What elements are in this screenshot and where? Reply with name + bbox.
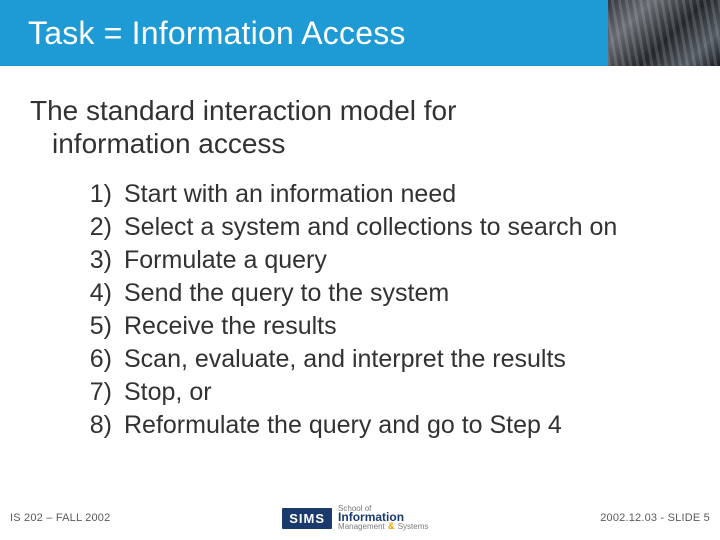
step-text: Stop, or xyxy=(124,376,698,409)
step-number: 5) xyxy=(84,310,124,343)
footer-logo: SIMS School of Information Management & … xyxy=(282,506,428,531)
list-item: 4) Send the query to the system xyxy=(84,277,698,310)
steps-list: 1) Start with an information need 2) Sel… xyxy=(30,178,698,442)
list-item: 2) Select a system and collections to se… xyxy=(84,211,698,244)
step-number: 2) xyxy=(84,211,124,244)
sims-text: School of Information Management & Syste… xyxy=(338,506,428,531)
step-number: 8) xyxy=(84,409,124,442)
footer: IS 202 – FALL 2002 SIMS School of Inform… xyxy=(0,504,720,532)
step-number: 3) xyxy=(84,244,124,277)
slide: Task = Information Access The standard i… xyxy=(0,0,720,540)
step-text: Receive the results xyxy=(124,310,698,343)
step-text: Send the query to the system xyxy=(124,277,698,310)
step-text: Reformulate the query and go to Step 4 xyxy=(124,409,698,442)
step-text: Formulate a query xyxy=(124,244,698,277)
list-item: 8) Reformulate the query and go to Step … xyxy=(84,409,698,442)
slide-body: The standard interaction model for infor… xyxy=(0,66,720,442)
list-item: 3) Formulate a query xyxy=(84,244,698,277)
step-text: Select a system and collections to searc… xyxy=(124,211,698,244)
step-text: Start with an information need xyxy=(124,178,698,211)
list-item: 6) Scan, evaluate, and interpret the res… xyxy=(84,343,698,376)
lead-text: The standard interaction model for infor… xyxy=(30,94,698,160)
step-number: 7) xyxy=(84,376,124,409)
sims-bot: Management & Systems xyxy=(338,523,428,531)
sims-bot-post: Systems xyxy=(395,522,428,531)
step-text: Scan, evaluate, and interpret the result… xyxy=(124,343,698,376)
list-item: 1) Start with an information need xyxy=(84,178,698,211)
step-number: 4) xyxy=(84,277,124,310)
step-number: 6) xyxy=(84,343,124,376)
list-item: 5) Receive the results xyxy=(84,310,698,343)
footer-left: IS 202 – FALL 2002 xyxy=(10,512,110,524)
sims-bot-pre: Management xyxy=(338,522,387,531)
title-bar: Task = Information Access xyxy=(0,0,720,66)
step-number: 1) xyxy=(84,178,124,211)
lead-line-2: information access xyxy=(30,127,698,160)
title-photo xyxy=(608,0,720,66)
footer-right: 2002.12.03 - SLIDE 5 xyxy=(600,512,710,524)
slide-title: Task = Information Access xyxy=(0,15,406,52)
lead-line-1: The standard interaction model for xyxy=(30,95,456,126)
list-item: 7) Stop, or xyxy=(84,376,698,409)
sims-mark: SIMS xyxy=(282,508,332,529)
